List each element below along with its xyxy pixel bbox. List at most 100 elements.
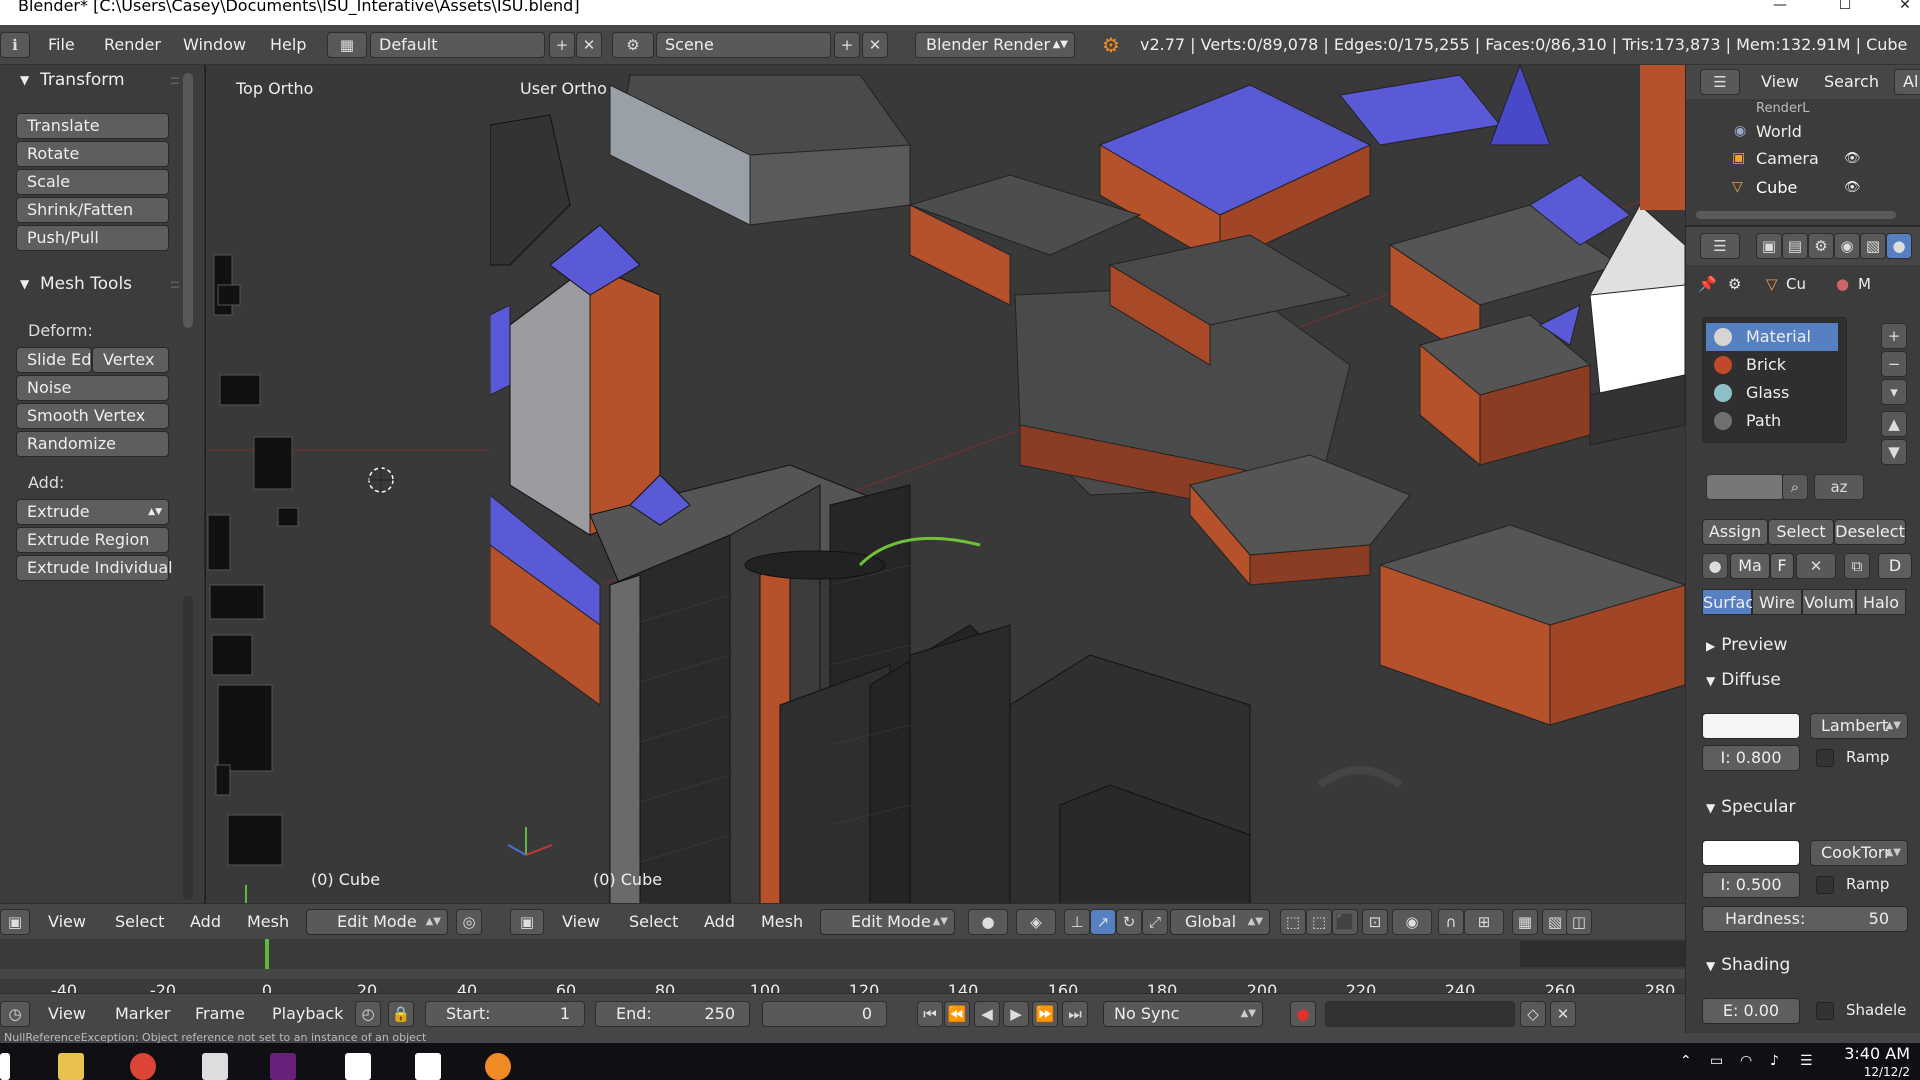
editor-type-icon[interactable]: ▣ [0, 909, 30, 935]
unity-icon[interactable] [202, 1053, 228, 1080]
add-scene-icon[interactable]: + [834, 32, 860, 58]
pivot-point-icon[interactable]: ◈ [1016, 909, 1056, 935]
close-icon[interactable]: ✕ [1890, 0, 1920, 16]
select-mode-face-icon[interactable]: ⬛ [1332, 909, 1358, 935]
timeline-scrollbar[interactable] [0, 969, 1685, 979]
menu-mesh[interactable]: Mesh [761, 904, 803, 940]
play-reverse-icon[interactable]: ◀ [974, 1001, 1000, 1027]
noise-button[interactable]: Noise [16, 375, 169, 401]
material-slot-path[interactable]: Path [1706, 407, 1838, 435]
tool-shelf-scrollbar[interactable] [183, 73, 193, 328]
world-tab-icon[interactable]: ◉ [1834, 233, 1860, 259]
record-icon[interactable]: ● [1290, 1001, 1316, 1027]
shrink-fatten-button[interactable]: Shrink/Fatten [16, 197, 169, 223]
specular-color-swatch[interactable] [1702, 840, 1800, 866]
preview-range-icon[interactable]: ◴ [355, 1001, 381, 1027]
diffuse-intensity-field[interactable]: I: 0.800 [1702, 745, 1800, 771]
menu-help[interactable]: Help [270, 25, 306, 65]
render-anim-icon[interactable]: ▧ [1542, 909, 1568, 935]
data-link-button[interactable]: D [1878, 553, 1912, 579]
scene-tab-icon[interactable]: ⚙ [1808, 233, 1834, 259]
tab-surface[interactable]: Surfac [1702, 589, 1754, 615]
menu-render[interactable]: Render [104, 25, 161, 65]
menu-add[interactable]: Add [190, 904, 221, 940]
document-icon[interactable] [345, 1053, 371, 1080]
end-frame-field[interactable]: End: 250 [595, 1001, 750, 1027]
shading-panel-header[interactable]: ▼ Shading [1706, 955, 1790, 975]
manipulator-toggle-icon[interactable]: ⊥ [1064, 909, 1090, 935]
maximize-icon[interactable]: ☐ [1830, 0, 1860, 16]
mode-select[interactable]: Edit Mode ▲▼ [306, 909, 448, 935]
add-layout-icon[interactable]: + [549, 32, 575, 58]
context-material[interactable]: M [1858, 275, 1871, 293]
jump-keyframe-forward-icon[interactable]: ⏩ [1032, 1001, 1058, 1027]
menu-search[interactable]: Search [1824, 65, 1879, 99]
visibility-eye-icon[interactable]: 👁 [1844, 180, 1861, 195]
mesh-tools-panel-header[interactable]: ▼ Mesh Tools :::: [0, 269, 190, 299]
wifi-icon[interactable]: ◠ [1740, 1053, 1752, 1069]
render-layers-tab-icon[interactable]: ▤ [1782, 233, 1808, 259]
scene-field[interactable]: Scene [656, 32, 831, 58]
editor-type-icon[interactable]: ☰ [1700, 233, 1740, 259]
rotate-button[interactable]: Rotate [16, 141, 169, 167]
sort-az-icon[interactable]: az [1814, 474, 1864, 500]
display-mode-select[interactable]: Al [1894, 69, 1920, 95]
slot-specials-icon[interactable]: ▾ [1881, 379, 1907, 405]
limit-selection-icon[interactable]: ⊡ [1362, 909, 1388, 935]
randomize-button[interactable]: Randomize [16, 431, 169, 457]
menu-file[interactable]: File [48, 25, 75, 65]
preview-panel-header[interactable]: ▶ Preview [1706, 635, 1787, 655]
menu-frame[interactable]: Frame [195, 994, 245, 1034]
scale-button[interactable]: Scale [16, 169, 169, 195]
outliner-item-camera[interactable]: Camera [1756, 149, 1819, 168]
current-frame-marker[interactable] [265, 939, 269, 969]
assign-button[interactable]: Assign [1702, 519, 1768, 545]
diffuse-shader-select[interactable]: Lambert ▲▼ [1810, 713, 1908, 739]
menu-add[interactable]: Add [704, 904, 735, 940]
specular-intensity-field[interactable]: I: 0.500 [1702, 872, 1800, 898]
sync-mode-select[interactable]: No Sync ▲▼ [1103, 1001, 1263, 1027]
slide-vertex-button[interactable]: Vertex [92, 347, 169, 373]
render-engine-select[interactable]: Blender Render ▲▼ [915, 32, 1075, 58]
smooth-vertex-button[interactable]: Smooth Vertex [16, 403, 169, 429]
play-icon[interactable]: ▶ [1003, 1001, 1029, 1027]
diffuse-panel-header[interactable]: ▼ Diffuse [1706, 670, 1781, 690]
mode-select[interactable]: Edit Mode ▲▼ [820, 909, 955, 935]
pin-icon[interactable]: 📌 [1698, 275, 1717, 293]
proportional-edit-icon[interactable]: ◉ [1392, 909, 1432, 935]
menu-mesh[interactable]: Mesh [247, 904, 289, 940]
editor-type-icon[interactable]: ▣ [510, 909, 544, 935]
document-icon[interactable] [415, 1053, 441, 1080]
editor-type-icon[interactable]: ☰ [1700, 69, 1740, 95]
jump-keyframe-back-icon[interactable]: ⏪ [944, 1001, 970, 1027]
render-icon[interactable]: ▦ [1512, 909, 1538, 935]
start-frame-field[interactable]: Start: 1 [425, 1001, 585, 1027]
jump-start-icon[interactable]: ⏮ [917, 1001, 943, 1027]
snap-element-icon[interactable]: ⊞ [1464, 909, 1504, 935]
remove-slot-icon[interactable]: − [1881, 351, 1907, 377]
move-up-icon[interactable]: ▲ [1881, 411, 1907, 437]
specular-shader-select[interactable]: CookTorr ▲▼ [1810, 840, 1908, 866]
menu-view[interactable]: View [48, 994, 86, 1034]
volume-icon[interactable]: ♪ [1770, 1053, 1779, 1069]
deselect-button[interactable]: Deselect [1834, 519, 1906, 545]
battery-icon[interactable]: ▭ [1710, 1053, 1723, 1069]
specular-ramp-checkbox[interactable] [1816, 876, 1834, 894]
scale-manipulator-icon[interactable]: ⤢ [1142, 909, 1168, 935]
tab-wire[interactable]: Wire [1752, 589, 1802, 615]
menu-select[interactable]: Select [629, 904, 678, 940]
material-name-field[interactable]: Ma [1730, 553, 1770, 579]
scene-icon[interactable]: ⚙ [612, 32, 654, 58]
outliner-item-world[interactable]: World [1756, 122, 1802, 141]
node-icon[interactable]: ⧉ [1844, 553, 1870, 579]
translate-manipulator-icon[interactable]: ↗ [1090, 909, 1116, 935]
specular-panel-header[interactable]: ▼ Specular [1706, 797, 1796, 817]
blender-icon[interactable] [485, 1053, 511, 1080]
diffuse-ramp-checkbox[interactable] [1816, 749, 1834, 767]
snap-toggle-icon[interactable]: ∩ [1438, 909, 1464, 935]
editor-type-icon[interactable]: ℹ [0, 32, 30, 58]
hardness-field[interactable]: Hardness: 50 [1702, 906, 1908, 932]
push-pull-button[interactable]: Push/Pull [16, 225, 169, 251]
outliner-item-renderlayers[interactable]: RenderL [1756, 101, 1810, 116]
viewport-shading-icon[interactable]: ◎ [456, 909, 482, 935]
